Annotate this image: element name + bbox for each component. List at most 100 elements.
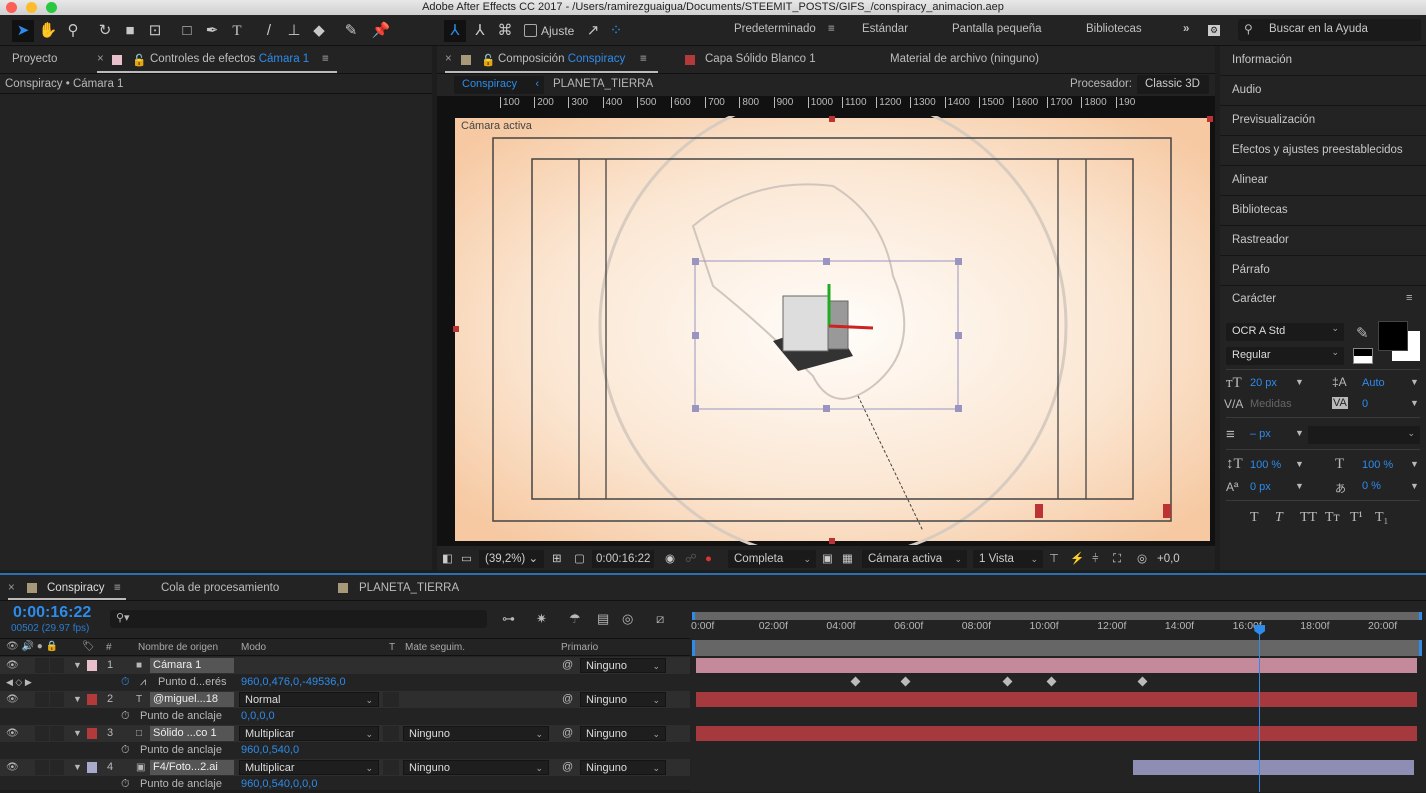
expand-triangle-icon[interactable]: ▼: [73, 726, 82, 741]
vertical-scale-value[interactable]: 100 %: [1250, 459, 1281, 471]
text-style-button[interactable]: Tт: [1325, 510, 1340, 526]
property-value[interactable]: 0,0,0,0: [241, 709, 275, 724]
tab-capa[interactable]: Capa Sólido Blanco 1: [705, 53, 816, 65]
monitor-icon[interactable]: ▭: [461, 550, 472, 568]
hide-shy-layers-icon[interactable]: ☂: [569, 611, 581, 627]
layer-search-input[interactable]: ⚲▾: [110, 610, 487, 628]
keyframe-navigator-icon[interactable]: ◀ ◇ ▶: [6, 675, 32, 690]
lock-switch[interactable]: [50, 692, 64, 707]
dropdown-arrow-icon[interactable]: ▼: [1410, 459, 1419, 469]
pick-whip-icon[interactable]: @: [562, 760, 573, 775]
type-tool-icon[interactable]: T: [226, 20, 248, 42]
timeline-current-time[interactable]: 0:00:16:22: [13, 604, 91, 622]
lock-icon[interactable]: 🔓: [132, 53, 146, 67]
nav-conspiracy[interactable]: Conspiracy ‹: [454, 76, 544, 94]
lock-switch[interactable]: [50, 760, 64, 775]
dropdown-arrow-icon[interactable]: ▼: [1410, 377, 1419, 387]
stopwatch-icon[interactable]: ⏱: [121, 743, 130, 758]
rectangle-tool-icon[interactable]: □: [176, 20, 198, 42]
workspace-estandar[interactable]: Estándar: [862, 23, 908, 35]
pick-whip-icon[interactable]: @: [562, 658, 573, 673]
keyframe[interactable]: [1046, 676, 1057, 687]
graph-editor-icon[interactable]: ⧄: [656, 611, 664, 627]
text-style-button[interactable]: T₁: [1375, 510, 1388, 526]
view-layout-dropdown[interactable]: 1 Vista ⌄: [973, 550, 1043, 568]
fill-color-swatch[interactable]: [1378, 321, 1408, 351]
tab-cola-de-procesamiento[interactable]: Cola de procesamiento: [161, 582, 279, 594]
flowchart-icon[interactable]: ⛶: [1113, 550, 1121, 568]
expand-triangle-icon[interactable]: ▼: [73, 692, 82, 707]
parent-dropdown[interactable]: Ninguno ⌄: [580, 726, 666, 741]
tab-planeta-tierra[interactable]: PLANETA_TIERRA: [359, 582, 459, 594]
text-style-button[interactable]: T: [1275, 510, 1283, 526]
frame-blending-icon[interactable]: ▤: [597, 611, 609, 627]
tab-material[interactable]: Material de archivo (ninguno): [890, 53, 1039, 65]
layer-row[interactable]: 👁 ▼ 4 ▣ F4/Foto...2.ai Multiplicar ⌄ Ningu…: [0, 759, 690, 776]
preserve-transparency-toggle[interactable]: [383, 692, 399, 707]
tab-proyecto[interactable]: Proyecto: [12, 53, 57, 65]
solo-switch[interactable]: [35, 692, 49, 707]
dropdown-arrow-icon[interactable]: ▼: [1410, 481, 1419, 491]
graph-icon[interactable]: ⩘: [140, 675, 146, 690]
blend-mode-dropdown[interactable]: Normal ⌄: [239, 692, 379, 707]
timeline-toggle-icon[interactable]: ⫩: [1092, 550, 1099, 568]
zoom-tool-icon[interactable]: ⚲: [62, 20, 84, 42]
zoom-window-button[interactable]: [46, 2, 57, 13]
property-value[interactable]: 960,0,476,0,-49536,0: [241, 675, 346, 690]
draft-3d-icon[interactable]: ✷: [536, 611, 547, 627]
visibility-eye-icon[interactable]: 👁: [6, 760, 19, 775]
hand-tool-icon[interactable]: ✋: [37, 20, 59, 42]
text-style-button[interactable]: TT: [1300, 510, 1317, 526]
workspace-pantalla-pequena[interactable]: Pantalla pequeña: [952, 23, 1042, 35]
panel-item-0[interactable]: Información: [1220, 46, 1426, 76]
more-workspaces-icon[interactable]: »: [1183, 23, 1189, 35]
pan-behind-tool-icon[interactable]: ⊡: [144, 20, 166, 42]
lock-icon[interactable]: 🔓: [481, 53, 495, 67]
expand-triangle-icon[interactable]: ▼: [73, 658, 82, 673]
parent-dropdown[interactable]: Ninguno ⌄: [580, 760, 666, 775]
keyframe[interactable]: [1137, 676, 1148, 687]
eraser-tool-icon[interactable]: ◆: [308, 20, 330, 42]
column-source-name[interactable]: Nombre de origen: [138, 642, 218, 653]
tab-composicion[interactable]: Composición Conspiracy: [498, 53, 625, 65]
composition-mini-flowchart-icon[interactable]: ⊶: [502, 611, 515, 627]
text-style-button[interactable]: T¹: [1350, 510, 1363, 526]
help-search-input[interactable]: ⚲ Buscar en la Ayuda: [1238, 19, 1421, 41]
eyedropper-icon[interactable]: ✎: [1356, 324, 1369, 342]
resolution-dropdown[interactable]: Completa ⌄: [728, 550, 816, 568]
panel-menu-icon[interactable]: ≡: [322, 53, 329, 65]
expand-triangle-icon[interactable]: ▼: [73, 760, 82, 775]
label-color[interactable]: [87, 728, 97, 739]
label-color[interactable]: [87, 762, 97, 773]
dropdown-arrow-icon[interactable]: ▼: [1295, 428, 1304, 438]
visibility-eye-icon[interactable]: 👁: [6, 726, 19, 741]
snapshot-icon[interactable]: ◉: [665, 550, 675, 568]
stopwatch-icon[interactable]: ⏱: [121, 675, 130, 690]
blend-mode-dropdown[interactable]: Multiplicar ⌄: [239, 726, 379, 741]
solo-switch[interactable]: [35, 760, 49, 775]
keyframe[interactable]: [1002, 676, 1013, 687]
pick-whip-icon[interactable]: @: [562, 692, 573, 707]
current-time-indicator[interactable]: [1254, 625, 1266, 792]
region-of-interest-icon[interactable]: ▣: [822, 550, 833, 568]
lock-switch[interactable]: [50, 726, 64, 741]
solo-switch[interactable]: [35, 726, 49, 741]
leading-value[interactable]: Auto: [1362, 377, 1385, 389]
layer-name[interactable]: Sólido ...co 1: [150, 726, 234, 741]
keyframe[interactable]: [850, 676, 861, 687]
panel-item-3[interactable]: Efectos y ajustes preestablecidos: [1220, 136, 1426, 166]
dropdown-arrow-icon[interactable]: ▼: [1295, 459, 1304, 469]
motion-blur-icon[interactable]: ◎: [622, 611, 633, 627]
close-tab-icon[interactable]: ×: [8, 582, 15, 594]
clone-stamp-tool-icon[interactable]: ⊥: [283, 20, 305, 42]
property-value[interactable]: 960,0,540,0: [241, 743, 299, 758]
layer-duration-bar[interactable]: [696, 658, 1417, 673]
dropdown-arrow-icon[interactable]: ▼: [1295, 377, 1304, 387]
label-color[interactable]: [87, 660, 97, 671]
snap-checkbox[interactable]: [524, 24, 537, 37]
current-time-display[interactable]: 0:00:16:22: [592, 550, 655, 568]
layer-row[interactable]: 👁 ▼ 1 ■ Cámara 1 @ Ninguno ⌄: [0, 657, 690, 674]
layer-name[interactable]: @miguel...18: [150, 692, 234, 707]
show-snapshot-icon[interactable]: ☍: [685, 550, 697, 568]
workspace-predeterminado[interactable]: Predeterminado: [734, 23, 816, 35]
